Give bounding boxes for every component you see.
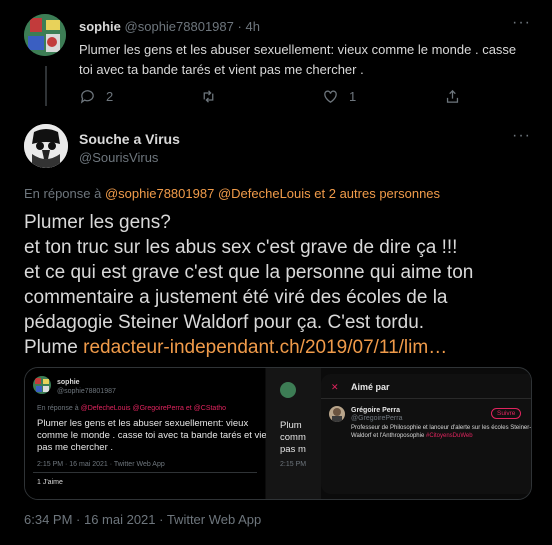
like-count: 1: [349, 89, 357, 104]
embed-text-line: Plumer les gens et les abuser sexuelleme…: [37, 418, 249, 429]
sophie-avatar[interactable]: [24, 14, 66, 56]
attached-image[interactable]: sophie @sophie78801987 En réponse à @Def…: [24, 367, 532, 500]
avatar-image: [24, 14, 66, 56]
tweet2-text-line: et ton truc sur les abus sex c'est grave…: [24, 237, 458, 258]
reply-context: En réponse à @sophie78801987 @DefecheLou…: [24, 186, 440, 201]
tweet1-time[interactable]: 4h: [245, 19, 259, 34]
reply-context-prefix: En réponse à: [24, 186, 102, 201]
tweet1-text-line: toi avec ta bande tarés et vient pas me …: [79, 62, 364, 77]
reply-to-user-link[interactable]: @DefecheLouis: [218, 186, 311, 201]
liker-bio: Professeur de Philosophie et lanceur d'a…: [351, 424, 531, 440]
embed-mid-line: comm: [280, 432, 306, 443]
tweet2-text-line: Plumer les gens?: [24, 212, 171, 233]
thread-connector-line: [45, 66, 47, 106]
tweet2-author-handle[interactable]: @SourisVirus: [79, 150, 158, 165]
tweet2-text-line: pédagogie Steiner Waldorf pour ça. C'est…: [24, 312, 425, 333]
embed-reply-context: En réponse à @DefecheLouis @GregoirePerr…: [37, 404, 226, 413]
share-icon: [446, 89, 459, 103]
retweet-icon: [203, 90, 214, 103]
embed-divider: [33, 472, 257, 473]
embed-likes: 1 J'aime: [37, 479, 63, 486]
reply-others-link[interactable]: et 2 autres personnes: [314, 186, 440, 201]
souche-avatar[interactable]: [24, 124, 68, 168]
tweet2-timestamp-footer[interactable]: 6:34 PM · 16 mai 2021 · Twitter Web App: [24, 512, 261, 527]
embed-footer: 2:15 PM · 16 mai 2021 · Twitter Web App: [37, 461, 165, 468]
embed-avatar: [33, 376, 51, 394]
liker-bio-line: Professeur de Philosophie et lanceur d'a…: [351, 425, 532, 431]
embed-text-line: comme le monde . casse toi avec ta bande…: [37, 430, 275, 441]
embed-mid-avatar: [280, 382, 296, 398]
tweet1-text: Plumer les gens et les abuser sexuelleme…: [79, 40, 516, 80]
liker-avatar: [329, 406, 345, 422]
tweet1-dot: ·: [237, 19, 242, 34]
tweet2-text-line: et ce qui est grave c'est que la personn…: [24, 262, 474, 283]
reply-button[interactable]: 2: [79, 88, 113, 105]
embed-mid-line: Plum: [280, 420, 302, 431]
follow-button: Suivre: [491, 408, 522, 419]
liked-by-panel: ✕ Aimé par Grégoire Perra @GregoirePerra…: [321, 374, 531, 494]
liker-avatar-image: [332, 408, 342, 422]
retweet-button[interactable]: [200, 88, 217, 105]
like-icon: [324, 90, 337, 103]
tweet2-author-name[interactable]: Souche a Virus: [79, 131, 180, 147]
tweet2-text-line: commentaire a justement été viré des éco…: [24, 287, 448, 308]
embedded-tweet: sophie @sophie78801987 En réponse à @Def…: [25, 368, 275, 499]
embed-reply-prefix: En réponse à: [37, 405, 79, 412]
liker-handle: @GregoirePerra: [351, 415, 403, 422]
tweet2-text: Plumer les gens? et ton truc sur les abu…: [24, 210, 544, 360]
tweet2-more-icon[interactable]: ···: [512, 127, 531, 145]
embed-mid-text: Plum comm pas m: [280, 420, 306, 456]
tweet1-text-line: Plumer les gens et les abuser sexuelleme…: [79, 42, 517, 57]
embed-background-tweet: Plum comm pas m 2:15 PM: [266, 368, 321, 499]
embed-author-name: sophie: [57, 379, 80, 386]
panel-divider: [321, 398, 531, 399]
panel-title: Aimé par: [351, 382, 390, 392]
panel-close-icon: ✕: [331, 382, 339, 392]
embed-text: Plumer les gens et les abuser sexuelleme…: [37, 418, 275, 454]
tweet1-author-name[interactable]: sophie: [79, 19, 121, 34]
reply-count: 2: [106, 89, 114, 104]
liker-bio-text: Waldorf et l'Anthroposophie: [351, 433, 425, 439]
embed-author-handle: @sophie78801987: [57, 388, 116, 395]
embed-avatar-image: [35, 378, 49, 392]
embed-mid-footer: 2:15 PM: [280, 461, 307, 468]
external-link[interactable]: redacteur-independant.ch/2019/07/11/lim…: [83, 337, 447, 358]
tweet1-header: sophie @sophie78801987 · 4h: [79, 19, 260, 34]
tweet2-text-line-last: Plume redacteur-independant.ch/2019/07/1…: [24, 335, 544, 360]
plague-doctor-avatar-image: [24, 124, 68, 168]
embed-reply-to: @DefecheLouis @GregoirePerra et @CStatho: [80, 405, 227, 412]
liker-hashtag: #CitoyensDuWeb: [425, 433, 473, 439]
reply-icon: [80, 90, 94, 104]
liker-bio-line-2: Waldorf et l'Anthroposophie #CitoyensDuW…: [351, 432, 531, 440]
tweet1-more-icon[interactable]: ···: [512, 14, 531, 32]
reply-to-user-link[interactable]: @sophie78801987: [105, 186, 214, 201]
like-button[interactable]: 1: [322, 88, 356, 105]
embed-mid-line: pas m: [280, 444, 306, 455]
tweet2-text-prefix: Plume: [24, 337, 78, 358]
embed-text-line: pas me chercher .: [37, 442, 114, 453]
tweet1-author-handle[interactable]: @sophie78801987: [125, 19, 234, 34]
share-button[interactable]: [444, 88, 461, 105]
